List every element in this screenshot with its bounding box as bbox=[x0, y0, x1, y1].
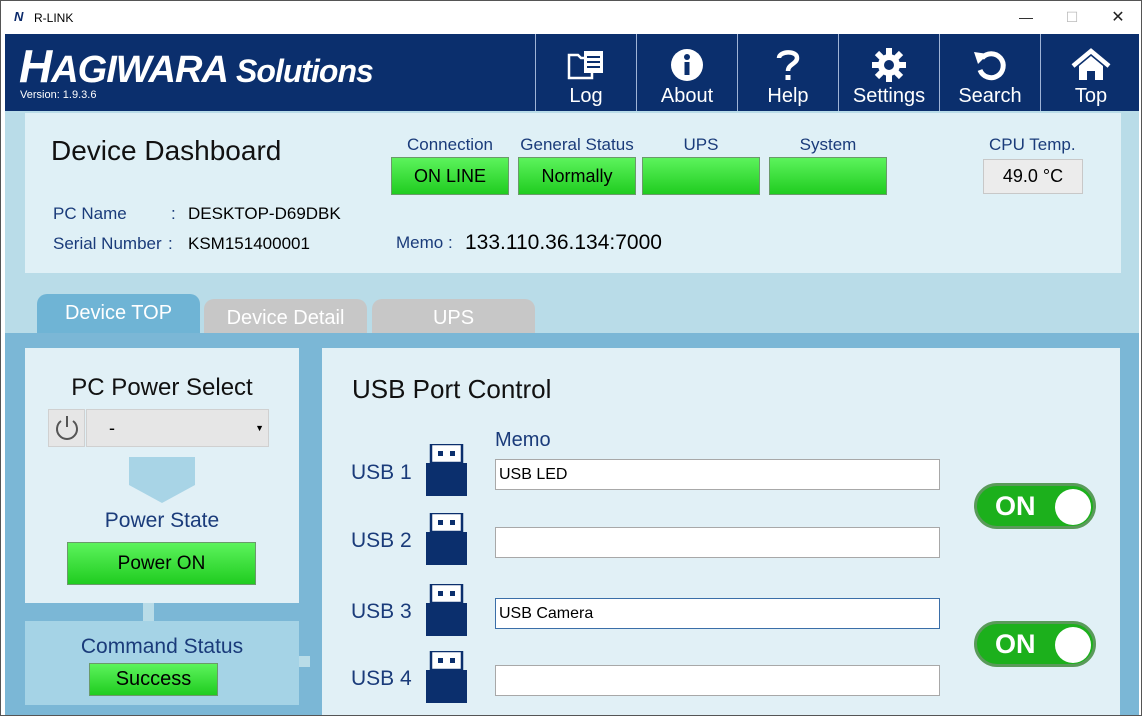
panel-connector bbox=[143, 603, 154, 621]
pc-name-label: PC Name bbox=[53, 204, 127, 223]
usb-port-control-panel: USB Port Control Memo USB 1 USB LED USB … bbox=[322, 348, 1120, 715]
app-logo-icon: N bbox=[14, 9, 24, 24]
close-button[interactable]: ✕ bbox=[1095, 1, 1141, 34]
usb-4-memo-input[interactable] bbox=[495, 665, 940, 696]
ups-status bbox=[642, 157, 760, 195]
window-title: R-LINK bbox=[34, 11, 74, 25]
usb-3-4-power-toggle[interactable]: ON bbox=[974, 621, 1096, 667]
question-icon bbox=[738, 48, 838, 82]
nav-top-label: Top bbox=[1074, 85, 1108, 107]
tab-device-detail[interactable]: Device Detail bbox=[204, 299, 367, 333]
log-icon bbox=[536, 48, 636, 82]
pc-power-panel: PC Power Select - ▼ Power State Power ON bbox=[25, 348, 299, 603]
nav-top-button[interactable]: Top bbox=[1040, 34, 1141, 111]
usb-2-label: USB 2 bbox=[351, 529, 412, 552]
memo-value: 133.110.36.134:7000 bbox=[465, 231, 662, 254]
serial-number-label: Serial Number bbox=[53, 234, 162, 253]
usb-1-memo-input[interactable]: USB LED bbox=[495, 459, 940, 490]
usb-port-control-title: USB Port Control bbox=[352, 374, 552, 404]
toggle-knob bbox=[1055, 489, 1091, 525]
info-icon bbox=[637, 48, 737, 82]
serial-number-separator: : bbox=[168, 234, 173, 253]
usb-1-label: USB 1 bbox=[351, 461, 412, 484]
usb-drive-icon bbox=[426, 513, 467, 565]
gear-icon bbox=[839, 48, 939, 82]
usb-drive-icon bbox=[426, 444, 467, 496]
down-arrow-icon bbox=[129, 457, 195, 503]
nav-log-label: Log bbox=[569, 85, 603, 107]
ups-header: UPS bbox=[683, 135, 719, 154]
system-status bbox=[769, 157, 887, 195]
refresh-icon bbox=[940, 48, 1040, 82]
pc-power-select-dropdown[interactable]: - ▼ bbox=[86, 409, 269, 447]
minimize-button[interactable]: — bbox=[1003, 1, 1049, 34]
command-status-panel: Command Status Success bbox=[25, 621, 299, 705]
command-status-label: Command Status bbox=[80, 635, 244, 658]
title-bar: N R-LINK — ☐ ✕ bbox=[1, 1, 1141, 34]
toggle-label: ON bbox=[995, 491, 1036, 521]
pc-power-select-title: PC Power Select bbox=[71, 374, 253, 401]
nav-settings-button[interactable]: Settings bbox=[838, 34, 939, 111]
memo-label: Memo : bbox=[396, 233, 453, 252]
cpu-temp-value: 49.0 °C bbox=[983, 159, 1083, 194]
power-state-label: Power State bbox=[104, 509, 220, 532]
nav-settings-label: Settings bbox=[852, 85, 926, 107]
toggle-label: ON bbox=[995, 629, 1036, 659]
system-header: System bbox=[799, 135, 857, 154]
nav-about-button[interactable]: About bbox=[636, 34, 737, 111]
nav-help-button[interactable]: Help bbox=[737, 34, 838, 111]
usb-memo-header: Memo bbox=[495, 429, 551, 451]
cpu-temp-header: CPU Temp. bbox=[989, 135, 1076, 154]
connection-header: Connection bbox=[406, 135, 493, 154]
general-status: Normally bbox=[518, 157, 636, 195]
command-status-value: Success bbox=[89, 663, 218, 696]
power-icon bbox=[48, 409, 85, 447]
nav-help-label: Help bbox=[767, 85, 809, 107]
connection-status: ON LINE bbox=[391, 157, 509, 195]
panel-connector bbox=[299, 656, 310, 667]
serial-number-value: KSM151400001 bbox=[188, 234, 310, 253]
usb-4-label: USB 4 bbox=[351, 667, 412, 690]
app-window: N R-LINK — ☐ ✕ HAGIWARA Solutions Versio… bbox=[0, 0, 1142, 716]
tab-device-top[interactable]: Device TOP bbox=[37, 294, 200, 333]
home-icon bbox=[1041, 48, 1141, 82]
usb-2-memo-input[interactable] bbox=[495, 527, 940, 558]
dropdown-caret-icon: ▼ bbox=[255, 423, 264, 433]
usb-3-memo-input[interactable]: USB Camera bbox=[495, 598, 940, 629]
toggle-knob bbox=[1055, 627, 1091, 663]
device-dashboard-panel: Device Dashboard Connection ON LINE Gene… bbox=[25, 113, 1121, 273]
tab-ups[interactable]: UPS bbox=[372, 299, 535, 333]
maximize-button[interactable]: ☐ bbox=[1049, 1, 1095, 34]
dashboard-title: Device Dashboard bbox=[51, 135, 282, 166]
nav-search-label: Search bbox=[958, 85, 1022, 107]
brand-logo: HAGIWARA Solutions bbox=[19, 40, 374, 92]
nav-log-button[interactable]: Log bbox=[535, 34, 636, 111]
version-text: Version: 1.9.3.6 bbox=[20, 89, 97, 101]
nav-about-label: About bbox=[660, 85, 714, 107]
pc-power-select-value: - bbox=[109, 418, 115, 438]
usb-3-label: USB 3 bbox=[351, 600, 412, 623]
pc-name-value: DESKTOP-D69DBK bbox=[188, 204, 341, 223]
pc-name-separator: : bbox=[171, 204, 176, 223]
power-state-button[interactable]: Power ON bbox=[67, 542, 256, 585]
app-header: HAGIWARA Solutions Version: 1.9.3.6 Log … bbox=[5, 34, 1139, 111]
usb-drive-icon bbox=[426, 584, 467, 636]
nav-search-button[interactable]: Search bbox=[939, 34, 1040, 111]
general-status-header: General Status bbox=[520, 135, 634, 154]
usb-drive-icon bbox=[426, 651, 467, 703]
usb-1-2-power-toggle[interactable]: ON bbox=[974, 483, 1096, 529]
